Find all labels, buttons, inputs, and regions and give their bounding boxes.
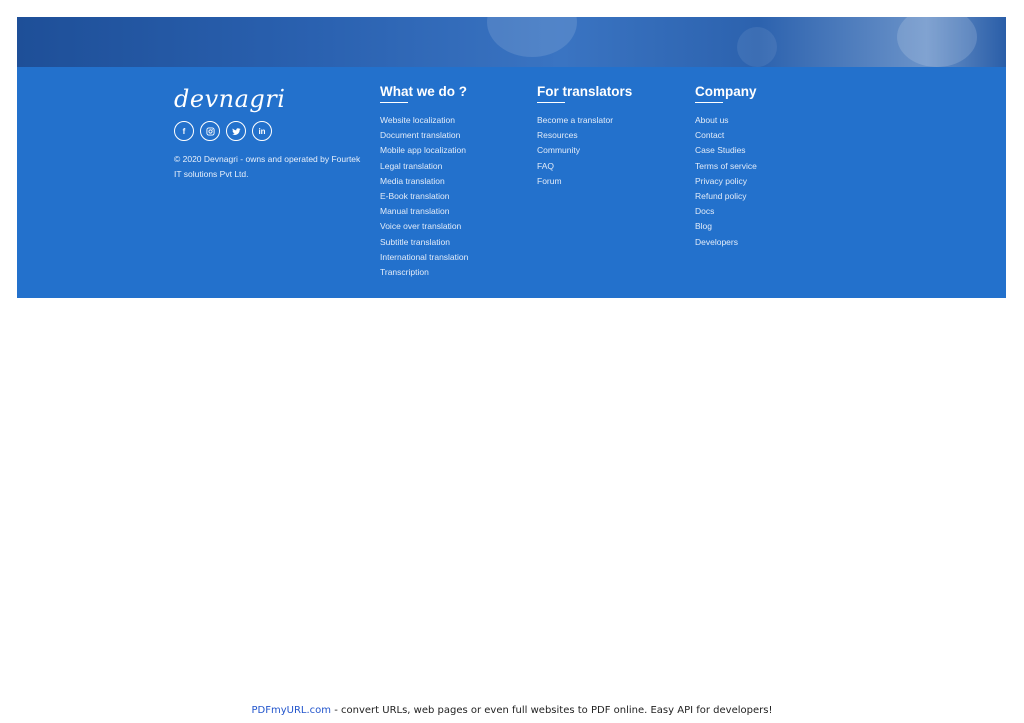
company-links: About us Contact Case Studies Terms of s…: [695, 113, 757, 250]
footer-link[interactable]: Resources: [537, 128, 632, 143]
facebook-icon[interactable]: f: [174, 121, 194, 141]
footer-link[interactable]: Forum: [537, 174, 632, 189]
footer-link[interactable]: Contact: [695, 128, 757, 143]
footer-link[interactable]: Privacy policy: [695, 174, 757, 189]
hero-decoration: [897, 17, 977, 67]
footer-link[interactable]: Voice over translation: [380, 219, 468, 234]
footer-link[interactable]: Refund policy: [695, 189, 757, 204]
column-title-what-we-do: What we do ?: [380, 84, 467, 103]
footer-link[interactable]: FAQ: [537, 159, 632, 174]
footer-column-what-we-do: What we do ? Website localization Docume…: [380, 83, 468, 280]
footer-link[interactable]: Website localization: [380, 113, 468, 128]
footer-column-for-translators: For translators Become a translator Reso…: [537, 83, 632, 189]
footer-link[interactable]: Terms of service: [695, 159, 757, 174]
column-title-company: Company: [695, 84, 757, 103]
pdfmyurl-text: - convert URLs, web pages or even full w…: [331, 705, 773, 716]
twitter-icon[interactable]: [226, 121, 246, 141]
hero-decoration: [487, 17, 577, 57]
instagram-glyph: [205, 126, 215, 136]
footer-link[interactable]: Developers: [695, 235, 757, 250]
footer-link[interactable]: Community: [537, 143, 632, 158]
footer-link[interactable]: About us: [695, 113, 757, 128]
footer-link[interactable]: Document translation: [380, 128, 468, 143]
footer-link[interactable]: Manual translation: [380, 204, 468, 219]
footer-brand: devnagri f in © 2020 Devnagri - owns and…: [174, 85, 364, 182]
copyright-text: © 2020 Devnagri - owns and operated by F…: [174, 154, 361, 179]
pdfmyurl-banner: PDFmyURL.com - convert URLs, web pages o…: [0, 705, 1024, 716]
footer-column-company: Company About us Contact Case Studies Te…: [695, 83, 757, 250]
footer-link[interactable]: Transcription: [380, 265, 468, 280]
column-title-for-translators: For translators: [537, 84, 633, 103]
hero-decoration: [737, 27, 777, 67]
footer-link[interactable]: Become a translator: [537, 113, 632, 128]
footer-link[interactable]: Blog: [695, 219, 757, 234]
what-we-do-links: Website localization Document translatio…: [380, 113, 468, 280]
devnagri-logo[interactable]: devnagri: [174, 85, 364, 113]
twitter-glyph: [231, 127, 241, 135]
footer-link[interactable]: Case Studies: [695, 143, 757, 158]
footer-link[interactable]: Subtitle translation: [380, 235, 468, 250]
footer-link[interactable]: E-Book translation: [380, 189, 468, 204]
footer-link[interactable]: Media translation: [380, 174, 468, 189]
social-links: f in: [174, 121, 364, 141]
linkedin-glyph: in: [258, 126, 266, 136]
linkedin-icon[interactable]: in: [252, 121, 272, 141]
hero-banner-strip: [17, 17, 1006, 67]
footer-link[interactable]: Legal translation: [380, 159, 468, 174]
site-footer: devnagri f in © 2020 Devnagri - owns and…: [17, 67, 1006, 298]
for-translators-links: Become a translator Resources Community …: [537, 113, 632, 189]
footer-link[interactable]: International translation: [380, 250, 468, 265]
pdfmyurl-link[interactable]: PDFmyURL.com: [252, 705, 332, 716]
footer-link[interactable]: Mobile app localization: [380, 143, 468, 158]
footer-link[interactable]: Docs: [695, 204, 757, 219]
instagram-icon[interactable]: [200, 121, 220, 141]
facebook-glyph: f: [182, 126, 186, 136]
